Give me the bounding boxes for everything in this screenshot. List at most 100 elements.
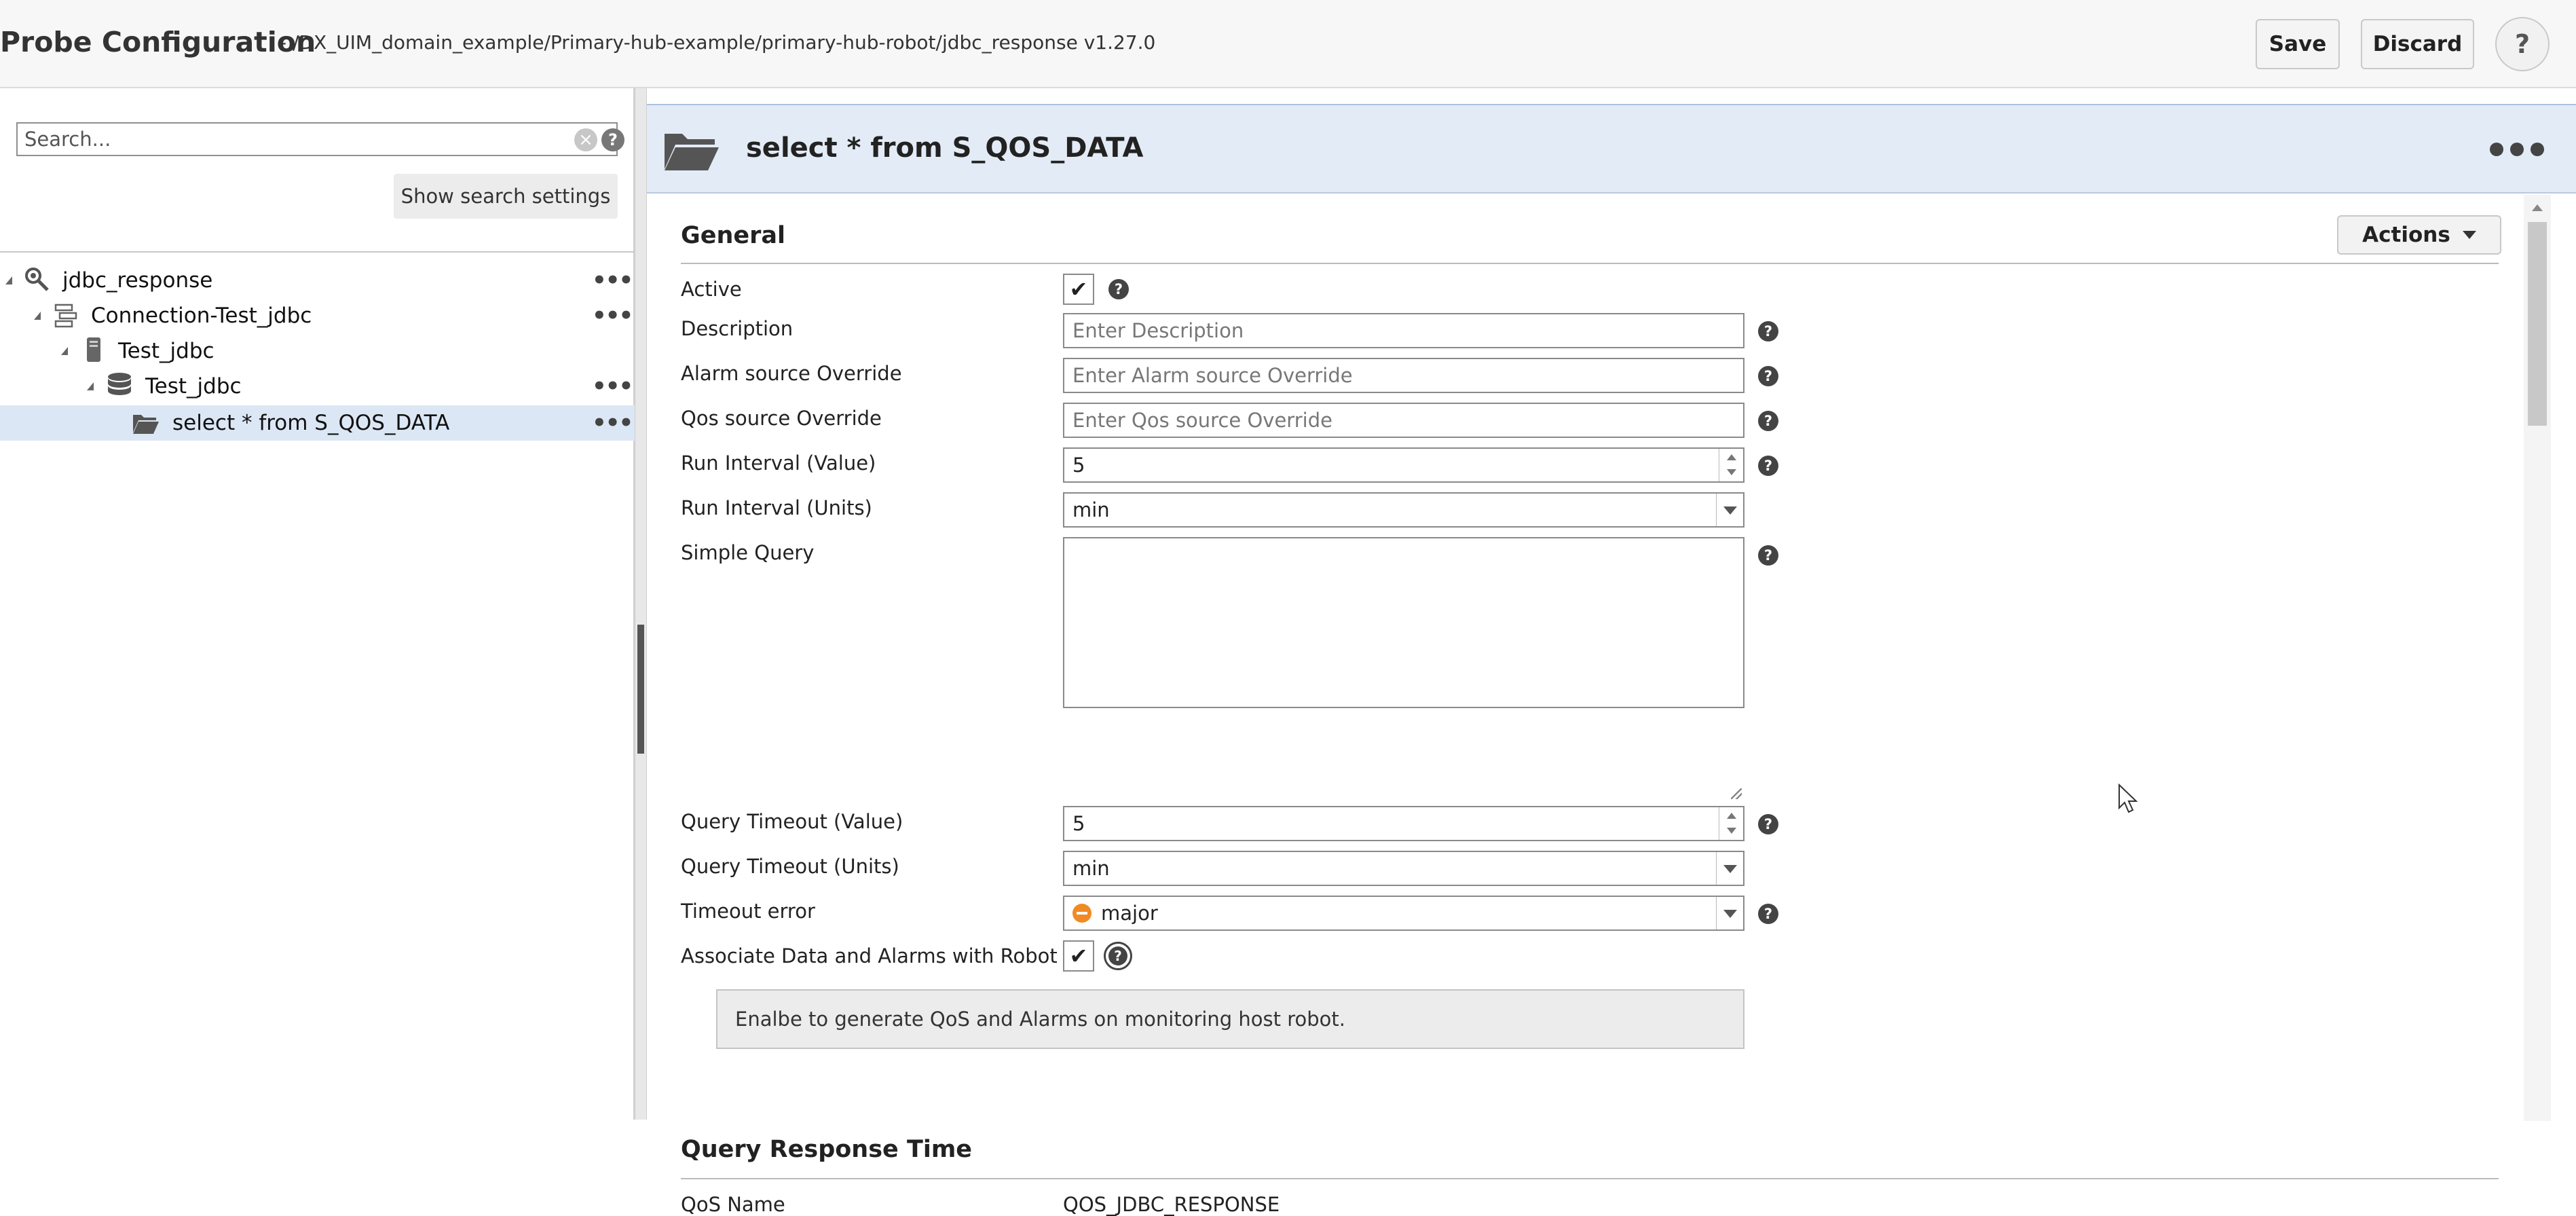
section-title-general: General bbox=[681, 222, 785, 249]
tree-item-label: Connection-Test_jdbc bbox=[91, 303, 312, 328]
help-icon[interactable]: ? bbox=[1758, 321, 1778, 342]
more-options-icon[interactable]: ••• bbox=[592, 302, 633, 329]
probe-path: - /DX_UIM_domain_example/Primary-hub-exa… bbox=[280, 31, 1156, 54]
stepper-arrows-icon[interactable] bbox=[1719, 449, 1743, 481]
alarm-source-label: Alarm source Override bbox=[681, 362, 902, 385]
tree-expand-icon[interactable] bbox=[61, 347, 68, 355]
associate-label: Associate Data and Alarms with Robot bbox=[681, 944, 1058, 968]
panel-title: select * from S_QOS_DATA bbox=[746, 132, 1144, 164]
panel-splitter[interactable] bbox=[635, 88, 647, 1120]
section-divider bbox=[681, 263, 2499, 264]
timeout-error-label: Timeout error bbox=[681, 900, 815, 923]
scroll-up-icon[interactable] bbox=[2532, 204, 2543, 211]
resize-handle-icon[interactable] bbox=[1731, 788, 1742, 799]
associate-checkbox[interactable]: ✔ bbox=[1063, 940, 1094, 972]
save-button[interactable]: Save bbox=[2256, 19, 2340, 69]
associate-help-text: Enalbe to generate QoS and Alarms on mon… bbox=[716, 989, 1744, 1049]
discard-button[interactable]: Discard bbox=[2361, 19, 2474, 69]
simple-query-label: Simple Query bbox=[681, 541, 815, 564]
help-icon[interactable]: ? bbox=[1758, 411, 1778, 431]
section-title-query-response: Query Response Time bbox=[681, 1136, 973, 1163]
more-options-icon[interactable]: ••• bbox=[592, 373, 633, 400]
navigation-panel: × ? Show search settings jdbc_response •… bbox=[0, 88, 635, 1120]
tree-item-query[interactable]: select * from S_QOS_DATA ••• bbox=[0, 405, 635, 441]
description-input[interactable] bbox=[1063, 313, 1744, 348]
scroll-thumb[interactable] bbox=[2528, 222, 2547, 426]
more-options-icon[interactable]: ••• bbox=[592, 267, 633, 294]
panel-header: select * from S_QOS_DATA bbox=[647, 105, 2576, 194]
help-icon[interactable]: ? bbox=[1758, 545, 1778, 566]
timeout-error-select[interactable]: major bbox=[1063, 896, 1744, 931]
query-timeout-value-label: Query Timeout (Value) bbox=[681, 810, 903, 833]
show-search-settings-button[interactable]: Show search settings bbox=[394, 174, 618, 219]
search-help-icon[interactable]: ? bbox=[601, 128, 624, 151]
query-timeout-units-label: Query Timeout (Units) bbox=[681, 855, 899, 878]
run-interval-units-select[interactable]: min bbox=[1063, 492, 1744, 528]
query-timeout-value: 5 bbox=[1072, 812, 1085, 835]
search-input[interactable] bbox=[18, 124, 554, 155]
help-icon[interactable]: ? bbox=[1758, 456, 1778, 476]
divider bbox=[0, 251, 635, 253]
actions-label: Actions bbox=[2362, 223, 2450, 247]
query-timeout-units-select[interactable]: min bbox=[1063, 851, 1744, 886]
database-icon bbox=[108, 373, 131, 395]
tree-item-label: Test_jdbc bbox=[118, 339, 214, 363]
qos-name-label: QoS Name bbox=[681, 1193, 785, 1216]
tree-item-label: Test_jdbc bbox=[145, 374, 242, 399]
search-gear-icon bbox=[25, 268, 49, 291]
help-icon[interactable]: ? bbox=[1104, 942, 1132, 970]
search-box: × ? bbox=[16, 122, 624, 156]
help-icon[interactable]: ? bbox=[1758, 366, 1778, 386]
description-label: Description bbox=[681, 317, 794, 340]
tree-item-device[interactable]: Test_jdbc bbox=[0, 333, 635, 369]
qos-source-label: Qos source Override bbox=[681, 407, 882, 430]
vertical-scrollbar[interactable] bbox=[2524, 195, 2551, 1121]
major-severity-icon bbox=[1072, 904, 1091, 923]
folder-open-icon bbox=[133, 415, 159, 434]
chevron-down-icon[interactable] bbox=[1716, 494, 1743, 526]
help-icon[interactable]: ? bbox=[1758, 904, 1778, 924]
active-label: Active bbox=[681, 278, 742, 301]
actions-dropdown-button[interactable]: Actions bbox=[2337, 215, 2501, 255]
query-timeout-units-value: min bbox=[1072, 857, 1110, 880]
alarm-source-input[interactable] bbox=[1063, 358, 1744, 393]
help-button[interactable]: ? bbox=[2495, 17, 2550, 71]
timeout-error-value: major bbox=[1101, 902, 1158, 925]
clear-search-icon[interactable]: × bbox=[574, 128, 597, 151]
run-interval-value: 5 bbox=[1072, 454, 1085, 477]
form-content: General Actions Active ✔ ? Description ?… bbox=[647, 195, 2576, 1216]
tree-item-database[interactable]: Test_jdbc ••• bbox=[0, 369, 635, 404]
query-timeout-value-stepper[interactable]: 5 bbox=[1063, 806, 1744, 841]
connection-icon bbox=[54, 303, 77, 328]
run-interval-units-value: min bbox=[1072, 498, 1110, 521]
configuration-panel: select * from S_QOS_DATA General Actions… bbox=[647, 104, 2576, 1216]
tree-expand-icon[interactable] bbox=[5, 276, 12, 284]
chevron-down-icon[interactable] bbox=[1716, 852, 1743, 885]
section-divider bbox=[681, 1178, 2499, 1179]
tree-item-jdbc-response[interactable]: jdbc_response ••• bbox=[0, 263, 635, 298]
tree-item-connection[interactable]: Connection-Test_jdbc ••• bbox=[0, 298, 635, 333]
caret-down-icon bbox=[2462, 231, 2476, 239]
tree-expand-icon[interactable] bbox=[87, 382, 94, 390]
qos-source-input[interactable] bbox=[1063, 403, 1744, 438]
active-checkbox[interactable]: ✔ bbox=[1063, 274, 1094, 305]
tree-item-label: select * from S_QOS_DATA bbox=[172, 411, 450, 435]
tree-item-label: jdbc_response bbox=[62, 268, 213, 293]
chevron-down-icon[interactable] bbox=[1716, 897, 1743, 929]
run-interval-value-stepper[interactable]: 5 bbox=[1063, 447, 1744, 483]
run-interval-units-label: Run Interval (Units) bbox=[681, 496, 872, 519]
stepper-arrows-icon[interactable] bbox=[1719, 807, 1743, 840]
qos-name-value: QOS_JDBC_RESPONSE bbox=[1063, 1193, 1280, 1216]
top-header: Probe Configuration - /DX_UIM_domain_exa… bbox=[0, 0, 2576, 88]
simple-query-textarea[interactable] bbox=[1063, 537, 1744, 708]
help-icon[interactable]: ? bbox=[1108, 279, 1129, 299]
tree-expand-icon[interactable] bbox=[34, 312, 41, 320]
more-options-icon[interactable]: ••• bbox=[592, 409, 633, 437]
app-title: Probe Configuration bbox=[0, 26, 316, 58]
splitter-grip[interactable] bbox=[637, 625, 644, 754]
folder-open-icon bbox=[665, 134, 719, 170]
help-icon[interactable]: ? bbox=[1758, 814, 1778, 834]
device-icon bbox=[87, 337, 100, 362]
more-options-icon[interactable] bbox=[2490, 136, 2544, 163]
run-interval-value-label: Run Interval (Value) bbox=[681, 452, 876, 475]
